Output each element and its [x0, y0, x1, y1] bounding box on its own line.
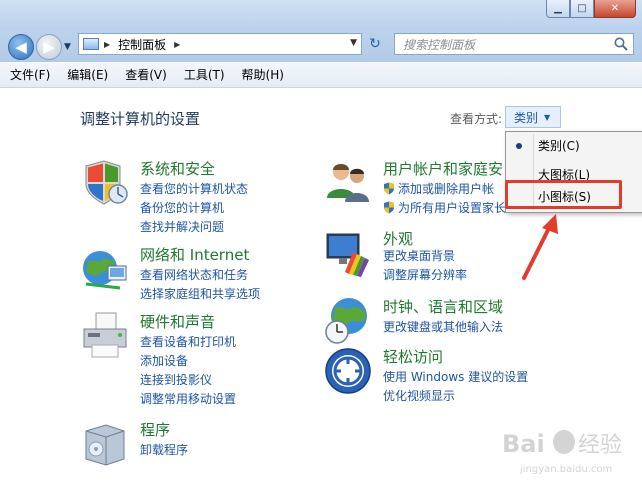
menu-item-category[interactable]: 类别(C): [538, 137, 580, 154]
user-accounts-icon: [327, 164, 369, 202]
category-title-programs[interactable]: 程序: [140, 419, 170, 440]
selected-radio-icon: [516, 143, 522, 149]
link-view-network-status[interactable]: 查看网络状态和任务: [140, 266, 248, 283]
link-change-input-methods[interactable]: 更改键盘或其他输入法: [383, 318, 503, 335]
red-highlight-box: [505, 180, 622, 209]
category-ease-of-access: 轻松访问 使用 Windows 建议的设置 优化视频显示: [323, 346, 553, 406]
programs-box-icon: [85, 424, 125, 466]
system-security-shield-icon: [85, 160, 128, 205]
search-input[interactable]: 搜索控制面板: [394, 33, 634, 55]
appearance-monitor-icon: [326, 233, 369, 277]
breadcrumb-separator-icon[interactable]: ▶: [174, 40, 180, 49]
category-title-user-accounts[interactable]: 用户帐户和家庭安: [383, 158, 503, 179]
category-title-system-security[interactable]: 系统和安全: [140, 158, 215, 179]
menu-edit[interactable]: 编辑(E): [67, 66, 108, 83]
category-title-clock-language-region[interactable]: 时钟、语言和区域: [383, 296, 503, 317]
close-button[interactable]: ✕: [594, 0, 636, 18]
category-system-security: 系统和安全 查看您的计算机状态 备份您的计算机 查找并解决问题: [80, 158, 320, 238]
printer-icon: [83, 312, 127, 358]
svg-text:Bai: Bai: [502, 430, 545, 458]
menu-bar: 文件(F) 编辑(E) 查看(V) 工具(T) 帮助(H): [0, 62, 642, 88]
category-hardware-sound: 硬件和声音 查看设备和打印机 添加设备 连接到投影仪 调整常用移动设置: [80, 311, 320, 406]
link-adjust-resolution[interactable]: 调整屏幕分辨率: [383, 266, 467, 283]
link-change-desktop-background[interactable]: 更改桌面背景: [383, 247, 455, 264]
address-bar[interactable]: ▶ 控制面板 ▶ ▼: [78, 33, 362, 55]
navigation-bar: ◀ ▶ ▼ ▶ 控制面板 ▶ ▼ ↻ 搜索控制面板: [0, 28, 642, 62]
view-by-value: 类别: [514, 110, 539, 125]
window-controls: ▁ □ ✕: [546, 0, 636, 18]
category-user-accounts: 用户帐户和家庭安 添加或删除用户帐 为所有用户设置家长: [323, 158, 513, 218]
category-programs: 程序 卸载程序: [80, 419, 320, 469]
category-title-hardware-sound[interactable]: 硬件和声音: [140, 311, 215, 332]
chevron-down-icon: ▼: [544, 112, 551, 122]
view-by-label: 查看方式:: [450, 112, 503, 126]
minimize-button[interactable]: ▁: [546, 0, 570, 18]
clock-globe-icon: [325, 298, 367, 344]
search-placeholder: 搜索控制面板: [403, 37, 476, 52]
uac-shield-icon: [384, 201, 394, 214]
menu-tools[interactable]: 工具(T): [184, 66, 225, 83]
link-uninstall-program[interactable]: 卸载程序: [140, 441, 188, 458]
link-homegroup-sharing[interactable]: 选择家庭组和共享选项: [140, 285, 260, 302]
maximize-button[interactable]: □: [570, 0, 594, 18]
breadcrumb-control-panel[interactable]: 控制面板: [118, 36, 166, 53]
link-mobility-settings[interactable]: 调整常用移动设置: [140, 390, 236, 407]
link-add-device[interactable]: 添加设备: [140, 352, 188, 369]
title-bar: ▁ □ ✕: [0, 0, 642, 28]
breadcrumb-separator-icon[interactable]: ▶: [104, 40, 110, 49]
menu-view[interactable]: 查看(V): [125, 66, 167, 83]
link-parental-controls-label: 为所有用户设置家长: [398, 201, 507, 215]
refresh-button[interactable]: ↻: [364, 33, 386, 55]
category-network-internet: 网络和 Internet 查看网络状态和任务 选择家庭组和共享选项: [80, 244, 320, 304]
control-panel-icon: [83, 38, 99, 50]
link-windows-suggested-settings[interactable]: 使用 Windows 建议的设置: [383, 368, 528, 385]
baidu-jingyan-watermark-logo: Bai 经验 jingyan.baidu.com: [502, 430, 622, 475]
link-backup-computer[interactable]: 备份您的计算机: [140, 199, 224, 216]
svg-text:经验: 经验: [578, 433, 622, 458]
link-parental-controls[interactable]: 为所有用户设置家长: [383, 199, 506, 216]
search-icon[interactable]: [613, 36, 629, 52]
view-by-dropdown[interactable]: 类别 ▼: [505, 106, 561, 128]
link-add-remove-accounts-label: 添加或删除用户帐: [398, 182, 495, 196]
category-title-network-internet[interactable]: 网络和 Internet: [140, 244, 249, 265]
forward-button[interactable]: ▶: [36, 34, 62, 60]
address-dropdown-icon[interactable]: ▼: [350, 38, 357, 48]
link-connect-projector[interactable]: 连接到投影仪: [140, 371, 212, 388]
link-optimize-display[interactable]: 优化视频显示: [383, 387, 455, 404]
ease-of-access-icon: [325, 348, 371, 394]
link-add-remove-accounts[interactable]: 添加或删除用户帐: [383, 180, 494, 197]
menu-file[interactable]: 文件(F): [10, 66, 50, 83]
category-title-appearance[interactable]: 外观: [383, 228, 413, 249]
uac-shield-icon: [384, 182, 394, 195]
link-view-devices-printers[interactable]: 查看设备和打印机: [140, 333, 236, 350]
svg-text:jingyan.baidu.com: jingyan.baidu.com: [519, 464, 612, 475]
category-clock-language-region: 时钟、语言和区域 更改键盘或其他输入法: [323, 296, 553, 346]
red-arrow-icon: [522, 214, 558, 280]
link-find-fix-problems[interactable]: 查找并解决问题: [140, 218, 224, 235]
category-title-ease-of-access[interactable]: 轻松访问: [383, 346, 443, 367]
network-globe-icon: [83, 251, 127, 290]
page-title: 调整计算机的设置: [80, 110, 201, 128]
back-button[interactable]: ◀: [8, 34, 34, 60]
recent-pages-dropdown[interactable]: ▼: [64, 42, 71, 52]
menu-help[interactable]: 帮助(H): [242, 66, 284, 83]
link-view-computer-status[interactable]: 查看您的计算机状态: [140, 180, 248, 197]
